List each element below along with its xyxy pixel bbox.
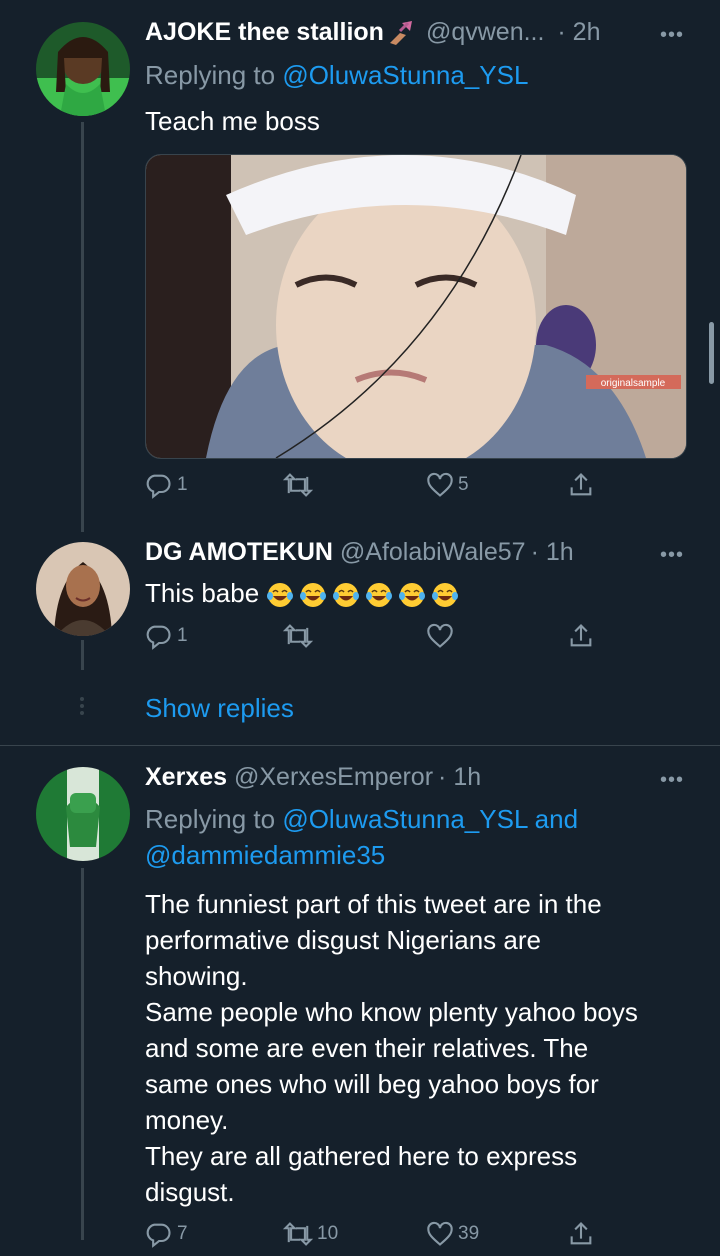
tweet-text-line: and some are even their relatives. The [145,1033,589,1063]
retweet-button[interactable] [283,622,313,650]
timestamp[interactable]: · 2h [557,18,600,46]
tweet-actions: 7 10 39 [145,1220,605,1256]
tweet-text-line: The funniest part of this tweet are in t… [145,889,602,919]
tweet-text-line: They are all gathered here to express [145,1141,578,1171]
retweet-icon [283,473,313,497]
thread-dots-icon [80,697,85,715]
show-replies-link[interactable]: Show replies [145,690,294,726]
tweet-text-line: money. [145,1105,229,1135]
reply-button[interactable]: 1 [145,471,188,499]
avatar[interactable] [36,767,130,861]
like-count: 39 [458,1223,480,1244]
thread-line [81,122,84,532]
reply-icon [146,1223,171,1248]
like-button[interactable] [426,622,454,650]
timestamp[interactable]: · 1h [438,763,481,791]
nail-polish-emoji [386,19,416,47]
like-icon [427,1221,453,1246]
reply-count: 7 [177,1223,188,1244]
tweet-header: DG AMOTEKUN @AfolabiWale57 · 1h [145,538,574,567]
tears-of-joy-emoji [300,583,327,608]
username[interactable]: @AfolabiWale57 [340,538,526,566]
like-button[interactable]: 5 [426,471,469,499]
avatar[interactable] [36,542,130,636]
reply-icon [146,474,171,499]
retweet-count: 10 [317,1223,339,1244]
tweet-text: Teach me boss [145,106,320,136]
reply-icon [146,625,171,650]
share-button[interactable] [567,471,595,499]
reply-count: 1 [177,474,188,495]
share-icon [570,473,592,496]
display-name[interactable]: Xerxes [145,763,227,791]
tweet-image[interactable]: originalsample [145,154,687,459]
tweet-text-line: performative disgust Nigerians are [145,925,541,955]
tweet-actions: 1 [145,622,605,658]
tweet-text: The funniest part of this tweet are in t… [145,886,638,1210]
mention-link[interactable]: @OluwaStunna_YSL and [282,804,578,834]
more-icon[interactable]: ••• [660,544,684,567]
tweet-text-line: showing. [145,961,248,991]
retweet-button[interactable] [283,471,317,499]
tweet-text-line: Same people who know plenty yahoo boys [145,997,638,1027]
tweet-text-line: disgust. [145,1177,235,1207]
scrollbar[interactable] [709,322,714,384]
replying-to-label: Replying to [145,804,276,834]
username[interactable]: @qvwen... [426,18,544,46]
tweet-text-content: This babe [145,578,260,608]
more-icon[interactable]: ••• [660,24,684,47]
tears-of-joy-emoji [366,583,393,608]
tears-of-joy-emoji [267,583,294,608]
share-button[interactable] [567,1220,595,1248]
retweet-icon [283,1222,313,1246]
replying-to-label: Replying to [145,60,276,90]
like-button[interactable]: 39 [426,1220,479,1248]
divider [0,745,720,746]
mention-link[interactable]: @OluwaStunna_YSL [282,60,528,90]
timestamp[interactable]: · 1h [531,538,574,566]
like-icon [427,623,453,648]
thread-line [81,868,84,1240]
retweet-icon [283,624,313,648]
share-icon [570,624,592,647]
replying-to: Replying to @OluwaStunna_YSL [145,57,528,93]
mention-link[interactable]: @dammiedammie35 [145,837,578,873]
tweet-actions: 1 5 [145,471,605,507]
reply-count: 1 [177,625,188,646]
retweet-button[interactable]: 10 [283,1220,338,1248]
tweet-text-line: same ones who will beg yahoo boys for [145,1069,599,1099]
thread-line [81,640,84,670]
tears-of-joy-emoji [432,583,459,608]
tweet-header: AJOKE thee stallion @qvwen... · 2h [145,18,600,47]
avatar[interactable] [36,22,130,116]
reply-button[interactable]: 1 [145,622,188,650]
more-icon[interactable]: ••• [660,769,684,792]
share-icon [570,1222,592,1245]
display-name[interactable]: DG AMOTEKUN [145,538,333,566]
image-watermark: originalsample [601,378,666,389]
share-button[interactable] [567,622,595,650]
tweet-text: This babe [145,575,464,611]
like-icon [427,472,453,497]
display-name[interactable]: AJOKE thee stallion [145,18,384,46]
emoji-row [266,578,464,608]
like-count: 5 [458,474,469,495]
tears-of-joy-emoji [399,583,426,608]
tears-of-joy-emoji [333,583,360,608]
reply-button[interactable]: 7 [145,1220,188,1248]
username[interactable]: @XerxesEmperor [234,763,433,791]
replying-to: Replying to @OluwaStunna_YSL and @dammie… [145,801,578,873]
tweet-header: Xerxes @XerxesEmperor · 1h [145,763,481,792]
